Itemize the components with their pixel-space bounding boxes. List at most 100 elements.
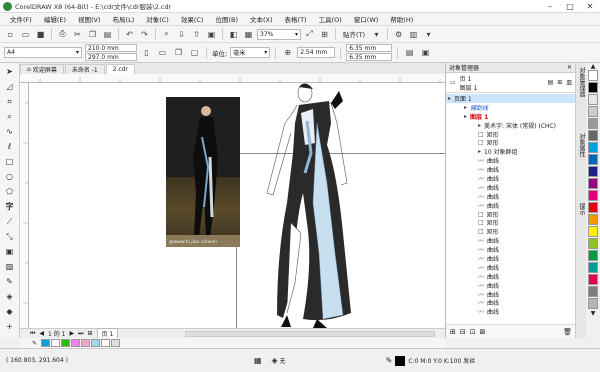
palette-swatch[interactable]: [588, 118, 598, 129]
snap-chevron-down-icon[interactable]: ▾: [370, 28, 383, 41]
tree-row[interactable]: 〰曲线: [446, 192, 575, 201]
tree-row[interactable]: □ 矩形: [446, 138, 575, 147]
menu-view[interactable]: 视图(V): [72, 14, 107, 24]
artistic-media-icon[interactable]: ℓ: [3, 140, 17, 153]
interactive-fill-icon[interactable]: ◈: [3, 290, 17, 303]
options-gear-icon[interactable]: ⚙: [392, 28, 405, 41]
duplicate-y-field[interactable]: 6.35 mm: [346, 53, 393, 61]
units-select[interactable]: 毫米 ▾: [230, 47, 271, 58]
eyedropper-tool-icon[interactable]: ✎: [3, 275, 17, 288]
palette-swatch[interactable]: [588, 178, 598, 189]
tree-row[interactable]: 〰曲线: [446, 245, 575, 254]
palette-swatch[interactable]: [588, 190, 598, 201]
palette-swatch[interactable]: [588, 70, 598, 81]
page-options-icon[interactable]: ▣: [419, 46, 432, 59]
zoom-level-select[interactable]: 37% ▾: [257, 28, 301, 40]
tree-row[interactable]: 〰曲线: [446, 201, 575, 210]
tree-row[interactable]: ▸ 图层 1: [446, 112, 575, 121]
new-master-layer-icon[interactable]: ⊟: [460, 328, 466, 336]
page-width-field[interactable]: 210.0 mm: [85, 44, 137, 52]
tree-row[interactable]: □ 矩形: [446, 218, 575, 227]
toolbox-add-icon[interactable]: +: [3, 320, 17, 333]
paste-icon[interactable]: ▤: [101, 28, 114, 41]
dress-illustration[interactable]: [247, 83, 427, 328]
palette-scroll-down-icon[interactable]: ▼: [591, 310, 596, 317]
import-icon[interactable]: ⇩: [175, 28, 188, 41]
tree-row[interactable]: 〰曲线: [446, 298, 575, 307]
copy-icon[interactable]: ❐: [86, 28, 99, 41]
drawing-canvas[interactable]: @www.fu jian xinwen: [29, 83, 445, 328]
launcher-icon[interactable]: ▦: [242, 28, 255, 41]
new-icon[interactable]: ▫: [4, 28, 17, 41]
tree-row[interactable]: 〰曲线: [446, 263, 575, 272]
palette-swatch[interactable]: [588, 286, 598, 297]
drop-shadow-icon[interactable]: ▣: [3, 245, 17, 258]
menu-help[interactable]: 帮助(H): [384, 14, 419, 24]
first-page-icon[interactable]: ⏮: [30, 330, 35, 338]
palette-swatch[interactable]: [588, 202, 598, 213]
docker-tab-object-manager[interactable]: 对象管理器: [577, 67, 586, 97]
prev-page-icon[interactable]: ◀: [39, 330, 44, 337]
document-swatch[interactable]: [71, 339, 81, 347]
polygon-tool-icon[interactable]: ⬠: [3, 185, 17, 198]
palette-swatch[interactable]: [588, 262, 598, 273]
menu-window[interactable]: 窗口(W): [348, 14, 385, 24]
tree-row[interactable]: ▸ 辅助线: [446, 103, 575, 112]
parallel-dimension-icon[interactable]: ⟋: [3, 215, 17, 228]
units-options-icon[interactable]: ▤: [403, 46, 416, 59]
menu-bitmaps[interactable]: 位图(B): [209, 14, 244, 24]
close-button[interactable]: ✕: [580, 0, 600, 13]
palette-swatch[interactable]: [588, 106, 598, 117]
menu-file[interactable]: 文件(F): [4, 14, 38, 24]
redo-icon[interactable]: ↷: [138, 28, 151, 41]
tree-row[interactable]: 〰曲线: [446, 281, 575, 290]
palette-swatch[interactable]: [588, 214, 598, 225]
tab-2-cdr[interactable]: 2.cdr: [105, 64, 136, 74]
new-master-even-icon[interactable]: ⊠: [480, 328, 486, 336]
zoom-tool-icon[interactable]: ⌕: [3, 110, 17, 123]
show-layers-icon[interactable]: ⊞: [557, 79, 562, 86]
menu-tools[interactable]: 工具(O): [313, 14, 348, 24]
menu-edit[interactable]: 编辑(E): [38, 14, 72, 24]
palette-swatch[interactable]: [588, 154, 598, 165]
palette-swatch[interactable]: [588, 274, 598, 285]
tree-row[interactable]: ▸ 美术字: 宋体 (常规) (CHC): [446, 121, 575, 130]
document-swatch[interactable]: [101, 339, 111, 347]
palette-swatch[interactable]: [588, 142, 598, 153]
palette-swatch[interactable]: [588, 250, 598, 261]
palette-swatch[interactable]: [588, 82, 598, 93]
horizontal-ruler[interactable]: [20, 74, 445, 83]
pick-tool-icon[interactable]: ➤: [3, 65, 17, 78]
menu-effects[interactable]: 效果(C): [175, 14, 210, 24]
rectangle-tool-icon[interactable]: □: [3, 155, 17, 168]
docker-tab-object-properties[interactable]: 对象属性: [577, 133, 586, 157]
palette-swatch[interactable]: [588, 226, 598, 237]
palette-swatch[interactable]: [588, 238, 598, 249]
rulers-icon[interactable]: ⊞: [318, 28, 331, 41]
palette-swatch[interactable]: [588, 130, 598, 141]
undo-icon[interactable]: ↶: [123, 28, 136, 41]
palette-swatch[interactable]: [588, 298, 598, 309]
layer-manager-icon[interactable]: ▥: [566, 79, 572, 86]
more-chevron-down-icon[interactable]: ▾: [422, 28, 435, 41]
document-swatch[interactable]: [111, 339, 121, 347]
export-icon[interactable]: ⇧: [190, 28, 203, 41]
tree-row[interactable]: 〰曲线: [446, 165, 575, 174]
menu-table[interactable]: 表格(T): [279, 14, 313, 24]
tree-row[interactable]: ▸ 10 对象群组: [446, 147, 575, 156]
tree-row[interactable]: 〰曲线: [446, 236, 575, 245]
all-pages-icon[interactable]: ❐: [172, 46, 185, 59]
publish-pdf-icon[interactable]: ▣: [205, 28, 218, 41]
tree-row[interactable]: □ 矩形: [446, 227, 575, 236]
tree-row[interactable]: ▸ 页面 1: [446, 94, 575, 103]
menu-layout[interactable]: 布局(L): [107, 14, 141, 24]
palette-swatch[interactable]: [588, 94, 598, 105]
tree-row[interactable]: 〰曲线: [446, 183, 575, 192]
app-options-icon[interactable]: ▥: [407, 28, 420, 41]
document-swatch[interactable]: [91, 339, 101, 347]
runway-photo[interactable]: @www.fu jian xinwen: [166, 97, 240, 247]
landscape-icon[interactable]: ▭: [156, 46, 169, 59]
menu-text[interactable]: 文本(X): [244, 14, 279, 24]
new-layer-icon[interactable]: ⊞: [450, 328, 456, 336]
transparency-tool-icon[interactable]: ▧: [3, 260, 17, 273]
